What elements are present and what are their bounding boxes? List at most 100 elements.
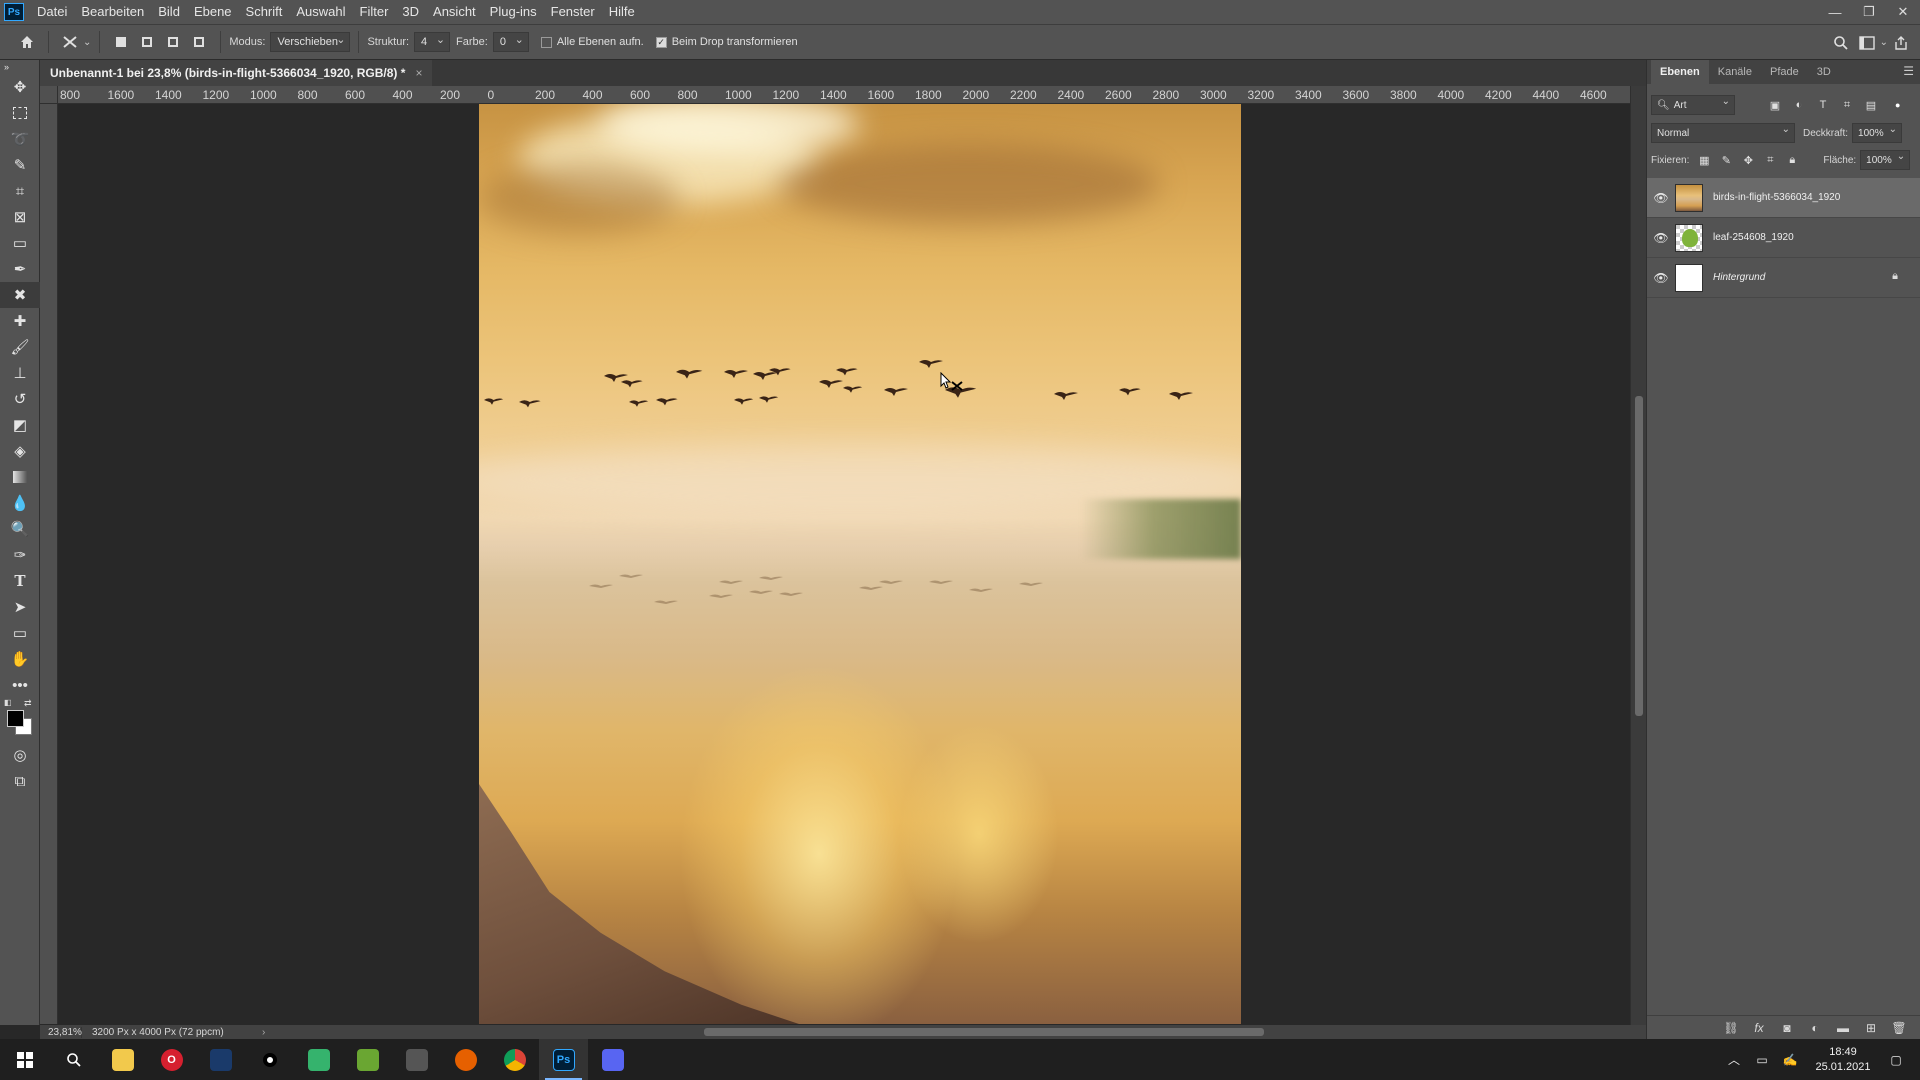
menu-bild[interactable]: Bild [151,0,187,24]
default-colors-icon[interactable]: ◧ [4,698,12,707]
tray-chevron-icon[interactable]: ︿ [1720,1051,1748,1068]
history-brush-tool-icon[interactable]: ↺ [0,386,40,412]
layer-style-icon[interactable]: fx [1745,1021,1773,1035]
opacity-input[interactable]: 100% [1852,123,1903,143]
rectangle-tool-icon[interactable]: ▭ [0,620,40,646]
menu-bearbeiten[interactable]: Bearbeiten [74,0,151,24]
close-document-icon[interactable]: × [415,66,422,80]
struktur-select[interactable]: 4 [414,32,451,52]
tab-3d[interactable]: 3D [1808,60,1840,84]
pixel-layer-filter-icon[interactable]: ▣ [1763,99,1787,112]
windows-start-icon[interactable] [0,1039,49,1080]
layer-thumbnail[interactable] [1675,183,1703,212]
layer-row[interactable]: 👁︎ birds-in-flight-5366034_1920 [1647,178,1920,218]
visibility-eye-icon[interactable]: 👁︎ [1647,231,1675,245]
filter-toggle-icon[interactable]: ● [1895,100,1900,110]
panel-collapse-icon[interactable]: » [0,60,40,74]
app-green-layers-icon[interactable] [343,1039,392,1080]
layer-row[interactable]: 👁︎ leaf-254608_1920 [1647,218,1920,258]
add-mask-icon[interactable]: ◙ [1773,1021,1801,1035]
menu-ebene[interactable]: Ebene [187,0,239,24]
foreground-color[interactable] [7,710,24,727]
status-menu-arrow-icon[interactable]: › [262,1027,265,1038]
layer-name[interactable]: birds-in-flight-5366034_1920 [1713,192,1840,203]
workspace-icon[interactable] [1854,30,1880,56]
alle-ebenen-checkbox-box[interactable] [540,36,552,48]
subtract-from-selection-icon[interactable] [160,29,186,55]
tab-ebenen[interactable]: Ebenen [1651,60,1709,84]
layer-name[interactable]: Hintergrund [1713,272,1765,283]
photoshop-logo[interactable]: Ps [4,3,24,21]
modus-select[interactable]: Verschieben [270,32,351,52]
lock-transparent-pixels-icon[interactable]: ▦ [1693,154,1715,167]
menu-fenster[interactable]: Fenster [544,0,602,24]
tab-kanaele[interactable]: Kanäle [1709,60,1761,84]
vertical-scroll-thumb[interactable] [1635,396,1643,716]
menu-plugins[interactable]: Plug-ins [483,0,544,24]
intersect-selection-icon[interactable] [186,29,212,55]
horizontal-scroll-thumb[interactable] [704,1028,1264,1036]
pen-tool-icon[interactable]: ✑ [0,542,40,568]
healing-brush-tool-icon[interactable]: ✚ [0,308,40,334]
fill-input[interactable]: 100% [1860,150,1911,170]
eraser-tool-icon[interactable]: ◩ [0,412,40,438]
marquee-tool-icon[interactable] [0,100,40,126]
restore-button[interactable]: ❐ [1852,0,1886,24]
search-icon[interactable] [49,1039,98,1080]
vertical-ruler[interactable] [40,104,58,1024]
horizontal-ruler[interactable]: 800 1600 1400 1200 1000 800 600 400 200 0 200 400 60… [58,86,1630,104]
document-info[interactable]: 3200 Px x 4000 Px (72 ppcm) [82,1027,242,1038]
quick-selection-tool-icon[interactable]: ✎ [0,152,40,178]
search-icon[interactable] [1828,30,1854,56]
lock-position-icon[interactable]: ✥ [1737,154,1759,167]
add-to-selection-icon[interactable] [134,29,160,55]
path-selection-tool-icon[interactable]: ➤ [0,594,40,620]
layer-thumbnail[interactable] [1675,263,1703,292]
lasso-tool-icon[interactable]: ➰ [0,126,40,152]
farbe-select[interactable]: 0 [492,32,529,52]
visibility-eye-icon[interactable]: 👁︎ [1647,191,1675,205]
ruler-corner[interactable] [40,86,58,104]
workspace-chevron-icon[interactable]: ⌄ [1880,30,1888,56]
move-tool-icon[interactable]: ✥ [0,74,40,100]
opera-icon[interactable]: O [147,1039,196,1080]
app-dark-icon[interactable] [245,1039,294,1080]
photoshop-taskbar-icon[interactable]: Ps [539,1039,588,1080]
pen-icon[interactable]: ✍ [1776,1053,1804,1067]
discord-icon[interactable] [588,1039,637,1080]
eyedropper-tool-icon[interactable]: ✒ [0,256,40,282]
lock-image-pixels-icon[interactable]: ✎ [1715,154,1737,167]
new-group-icon[interactable]: ▬ [1829,1021,1857,1035]
blur-tool-icon[interactable]: 💧 [0,490,40,516]
layer-name[interactable]: leaf-254608_1920 [1713,232,1794,243]
layer-lock-icon[interactable]: 🔒︎ [1892,270,1898,283]
layer-row[interactable]: 👁︎ Hintergrund 🔒︎ [1647,258,1920,298]
zoom-level[interactable]: 23,81% [40,1026,82,1038]
panel-menu-icon[interactable]: ☰ [1903,64,1914,78]
document-tab[interactable]: Unbenannt-1 bei 23,8% (birds-in-flight-5… [40,60,433,86]
beim-drop-checkbox-box[interactable]: ✓ [655,36,667,48]
gradient-tool-icon[interactable] [0,464,40,490]
hand-tool-icon[interactable]: ✋ [0,646,40,672]
visibility-eye-icon[interactable]: 👁︎ [1647,271,1675,285]
close-window-button[interactable]: ✕ [1886,0,1920,24]
dodge-tool-icon[interactable]: 🔍 [0,516,40,542]
app-mask-icon[interactable] [392,1039,441,1080]
ruler-tool-icon[interactable]: ▭ [0,230,40,256]
content-aware-move-tool-icon[interactable]: ✖ [0,282,40,308]
clone-stamp-tool-icon[interactable]: ⊥ [0,360,40,386]
adjustment-layer-icon[interactable]: ◐ [1801,1021,1829,1035]
menu-filter[interactable]: Filter [353,0,396,24]
smart-object-filter-icon[interactable]: ▤ [1859,99,1883,112]
network-icon[interactable]: ▭ [1748,1053,1776,1067]
tab-pfade[interactable]: Pfade [1761,60,1808,84]
brush-tool-icon[interactable]: 🖌 [0,334,40,360]
home-icon[interactable] [14,29,40,55]
menu-hilfe[interactable]: Hilfe [602,0,642,24]
vertical-scrollbar[interactable] [1630,86,1646,1025]
adjustment-layer-filter-icon[interactable]: ◐ [1787,99,1811,112]
document-canvas[interactable] [479,104,1241,1024]
tool-preset-chevron-icon[interactable]: ⌄ [83,37,91,48]
layer-filter-select[interactable]: 🔍︎ Art [1651,95,1735,115]
type-layer-filter-icon[interactable]: T [1811,99,1835,112]
